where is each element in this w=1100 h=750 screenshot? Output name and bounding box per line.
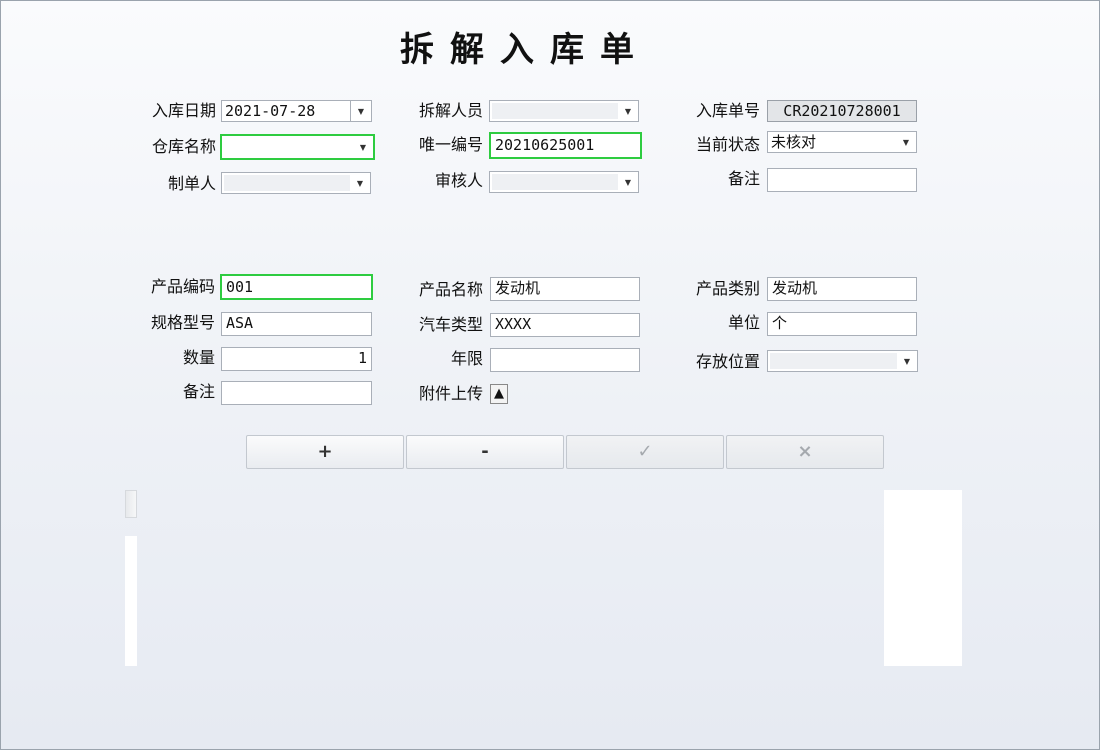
unit-label: 单位 xyxy=(727,313,760,332)
remark-field[interactable] xyxy=(767,168,917,192)
creator-label: 制单人 xyxy=(167,174,216,193)
disassembler-label: 拆解人员 xyxy=(418,101,483,120)
grid-scrollbar-thumb[interactable] xyxy=(125,490,137,518)
cancel-button[interactable]: × xyxy=(726,435,884,469)
spec-field[interactable]: ASA xyxy=(221,312,372,336)
status-value: 未核对 xyxy=(771,133,817,151)
chevron-down-icon[interactable]: ▼ xyxy=(896,132,916,152)
inbound-date-label: 入库日期 xyxy=(151,101,216,120)
grid-right-panel xyxy=(884,490,962,666)
years-field[interactable] xyxy=(490,348,640,372)
status-select[interactable]: 未核对 ▼ xyxy=(767,131,917,153)
creator-select[interactable]: ▼ xyxy=(221,172,371,194)
inbound-date-value: 2021-07-28 xyxy=(225,102,316,120)
page-title: 拆解入库单 xyxy=(400,30,650,70)
product-code-field[interactable]: 001 xyxy=(220,274,373,300)
inbound-date-picker[interactable]: 2021-07-28 ▼ xyxy=(221,100,372,122)
location-select[interactable]: ▼ xyxy=(767,350,918,372)
location-label: 存放位置 xyxy=(695,352,760,371)
status-label: 当前状态 xyxy=(695,135,760,154)
product-remark-label: 备注 xyxy=(182,382,215,401)
add-row-button[interactable]: + xyxy=(246,435,404,469)
quantity-field[interactable]: 1 xyxy=(221,347,372,371)
grid-left-panel xyxy=(125,536,137,666)
chevron-down-icon[interactable]: ▼ xyxy=(897,351,917,371)
inbound-no-field: CR20210728001 xyxy=(767,100,917,122)
product-category-field[interactable]: 发动机 xyxy=(767,277,917,301)
warehouse-select[interactable]: ▼ xyxy=(220,134,375,160)
chevron-down-icon[interactable]: ▼ xyxy=(353,136,373,158)
chevron-down-icon[interactable]: ▼ xyxy=(350,101,371,121)
car-type-field[interactable]: XXXX xyxy=(490,313,640,337)
product-code-label: 产品编码 xyxy=(150,277,215,296)
remove-row-button[interactable]: - xyxy=(406,435,564,469)
spec-label: 规格型号 xyxy=(150,313,215,332)
product-name-field[interactable]: 发动机 xyxy=(490,277,640,301)
disassembler-select[interactable]: ▼ xyxy=(489,100,639,122)
remark-label: 备注 xyxy=(727,169,760,188)
product-name-label: 产品名称 xyxy=(418,280,483,299)
product-category-label: 产品类别 xyxy=(695,279,760,298)
inbound-no-label: 入库单号 xyxy=(695,101,760,120)
years-label: 年限 xyxy=(450,349,483,368)
quantity-label: 数量 xyxy=(182,348,215,367)
product-remark-field[interactable] xyxy=(221,381,372,405)
warehouse-label: 仓库名称 xyxy=(151,137,216,156)
chevron-down-icon[interactable]: ▼ xyxy=(350,173,370,193)
confirm-button[interactable]: ✓ xyxy=(566,435,724,469)
reviewer-select[interactable]: ▼ xyxy=(489,171,639,193)
attachment-label: 附件上传 xyxy=(418,384,483,403)
unique-no-label: 唯一编号 xyxy=(418,135,483,154)
upload-icon[interactable]: ▲ xyxy=(490,384,508,404)
unique-no-field[interactable]: 20210625001 xyxy=(489,132,642,159)
chevron-down-icon[interactable]: ▼ xyxy=(618,172,638,192)
chevron-down-icon[interactable]: ▼ xyxy=(618,101,638,121)
unit-field[interactable]: 个 xyxy=(767,312,917,336)
car-type-label: 汽车类型 xyxy=(418,315,483,334)
reviewer-label: 审核人 xyxy=(434,171,483,190)
